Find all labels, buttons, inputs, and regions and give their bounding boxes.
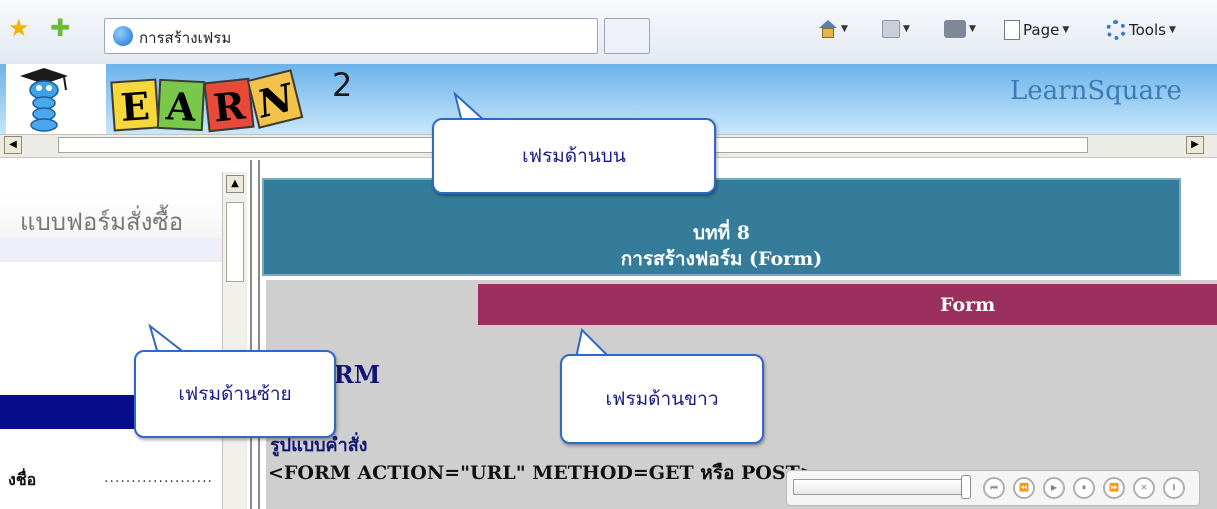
fast-forward-icon[interactable]: ⏩ — [1103, 477, 1125, 499]
page-caret-icon: ▼ — [1062, 25, 1070, 35]
page-menu-button[interactable]: Page ▼ — [1004, 20, 1069, 40]
feeds-caret-icon[interactable]: ▼ — [903, 24, 910, 34]
left-frame-vertical-scrollbar[interactable]: ▲ — [222, 172, 247, 509]
skip-back-icon[interactable]: ⏮ — [983, 477, 1005, 499]
scroll-right-arrow-icon[interactable]: ▶ — [1186, 136, 1204, 154]
order-form-title: แบบฟอร์มสั่งซื้อ — [20, 208, 184, 236]
logo-letter-e: E — [110, 78, 160, 132]
top-frame-callout: เฟรมด้านบน — [432, 118, 716, 194]
gear-icon — [1106, 20, 1126, 40]
new-tab-button[interactable] — [604, 18, 650, 54]
page-icon — [1004, 20, 1020, 40]
logo-letter-r: R — [203, 77, 255, 133]
logo-superscript: 2 — [332, 66, 353, 104]
graduate-worm-mascot-icon — [20, 68, 68, 132]
close-icon[interactable]: ✕ — [1133, 477, 1155, 499]
feed-icon — [882, 20, 900, 38]
media-player-bar: ⏮ ⏪ ▶ ⏸ ⏩ ✕ i — [786, 470, 1200, 506]
form-section-bar — [478, 284, 1217, 325]
add-favorite-icon[interactable]: ✚ — [50, 14, 70, 42]
logo-letter-a: A — [156, 78, 206, 132]
print-caret-icon[interactable]: ▼ — [969, 24, 976, 34]
right-frame-callout: เฟรมด้านขาว — [560, 354, 764, 444]
rewind-icon[interactable]: ⏪ — [1013, 477, 1035, 499]
media-seek-thumb[interactable] — [961, 475, 971, 499]
name-field[interactable]: .................... — [104, 470, 213, 486]
tab-title: การสร้างเฟรม — [139, 29, 232, 47]
browser-toolbar: ★ ✚ การสร้างเฟรม ▼ ▼ ▼ Page ▼ Tools ▼ — [0, 0, 1217, 65]
favorites-star-icon[interactable]: ★ — [8, 14, 30, 42]
home-icon — [818, 20, 838, 38]
media-seek-track[interactable] — [793, 479, 965, 495]
feeds-button[interactable]: ▼ — [882, 20, 910, 38]
site-name[interactable]: LearnSquare — [1010, 76, 1182, 106]
form-section-title: Form — [940, 294, 996, 316]
page-menu-label: Page — [1023, 21, 1060, 39]
logo-letter-n: N — [246, 69, 304, 129]
print-icon — [944, 20, 966, 38]
play-icon[interactable]: ▶ — [1043, 477, 1065, 499]
left-title-strip — [0, 238, 222, 258]
vertical-scroll-thumb[interactable] — [226, 202, 244, 282]
form-syntax-code: <FORM ACTION="URL" METHOD=GET หรือ POST> — [268, 462, 816, 484]
tab-active[interactable]: การสร้างเฟรม — [104, 18, 598, 54]
ie-logo-icon — [113, 26, 133, 46]
tools-caret-icon: ▼ — [1168, 25, 1176, 35]
scroll-left-arrow-icon[interactable]: ◀ — [4, 136, 22, 154]
tools-menu-label: Tools — [1129, 21, 1166, 39]
chapter-title: การสร้างฟอร์ม (Form) — [620, 248, 823, 270]
frame-divider[interactable] — [250, 160, 260, 509]
tools-menu-button[interactable]: Tools ▼ — [1106, 20, 1176, 40]
pause-icon[interactable]: ⏸ — [1073, 477, 1095, 499]
left-frame-callout: เฟรมด้านซ้าย — [134, 350, 336, 438]
home-button[interactable]: ▼ — [818, 20, 848, 38]
name-field-label: งชื่อ — [8, 470, 37, 489]
scroll-up-arrow-icon[interactable]: ▲ — [226, 175, 244, 193]
info-icon[interactable]: i — [1163, 477, 1185, 499]
home-caret-icon[interactable]: ▼ — [841, 24, 848, 34]
print-button[interactable]: ▼ — [944, 20, 976, 38]
